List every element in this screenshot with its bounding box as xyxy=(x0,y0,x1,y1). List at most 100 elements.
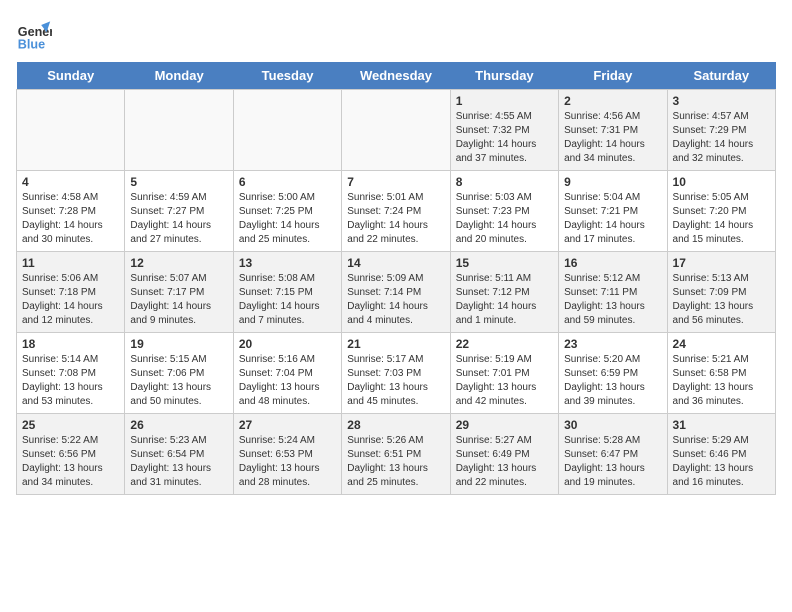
day-number: 5 xyxy=(130,175,227,189)
weekday-header-friday: Friday xyxy=(559,62,667,90)
day-info: Sunrise: 5:20 AM Sunset: 6:59 PM Dayligh… xyxy=(564,353,661,409)
calendar-cell: 16 Sunrise: 5:12 AM Sunset: 7:11 PM Dayli… xyxy=(559,252,667,333)
svg-text:Blue: Blue xyxy=(18,37,45,51)
calendar-cell: 15 Sunrise: 5:11 AM Sunset: 7:12 PM Dayli… xyxy=(450,252,558,333)
day-info: Sunrise: 5:23 AM Sunset: 6:54 PM Dayligh… xyxy=(130,434,227,490)
calendar-cell xyxy=(125,90,233,171)
page-header: General Blue xyxy=(16,16,776,52)
day-number: 18 xyxy=(22,337,119,351)
day-info: Sunrise: 5:17 AM Sunset: 7:03 PM Dayligh… xyxy=(347,353,444,409)
calendar-cell: 29 Sunrise: 5:27 AM Sunset: 6:49 PM Dayli… xyxy=(450,414,558,495)
calendar-week-row: 11Sunrise: 5:06 AM Sunset: 7:18 PM Dayli… xyxy=(17,252,776,333)
day-number: 29 xyxy=(456,418,553,432)
calendar-cell: 1 Sunrise: 4:55 AM Sunset: 7:32 PM Daylig… xyxy=(450,90,558,171)
day-info: Sunrise: 5:22 AM Sunset: 6:56 PM Dayligh… xyxy=(22,434,119,490)
weekday-header-row: SundayMondayTuesdayWednesdayThursdayFrid… xyxy=(17,62,776,90)
day-number: 17 xyxy=(673,256,770,270)
day-info: Sunrise: 5:16 AM Sunset: 7:04 PM Dayligh… xyxy=(239,353,336,409)
calendar-cell xyxy=(342,90,450,171)
day-info: Sunrise: 5:00 AM Sunset: 7:25 PM Dayligh… xyxy=(239,191,336,247)
day-info: Sunrise: 5:05 AM Sunset: 7:20 PM Dayligh… xyxy=(673,191,770,247)
weekday-header-wednesday: Wednesday xyxy=(342,62,450,90)
calendar-week-row: 4Sunrise: 4:58 AM Sunset: 7:28 PM Daylig… xyxy=(17,171,776,252)
day-number: 22 xyxy=(456,337,553,351)
calendar-cell: 11Sunrise: 5:06 AM Sunset: 7:18 PM Dayli… xyxy=(17,252,125,333)
day-number: 30 xyxy=(564,418,661,432)
day-number: 8 xyxy=(456,175,553,189)
day-info: Sunrise: 5:12 AM Sunset: 7:11 PM Dayligh… xyxy=(564,272,661,328)
day-number: 26 xyxy=(130,418,227,432)
day-info: Sunrise: 5:06 AM Sunset: 7:18 PM Dayligh… xyxy=(22,272,119,328)
logo-icon: General Blue xyxy=(16,16,52,52)
day-number: 1 xyxy=(456,94,553,108)
calendar-cell: 25 Sunrise: 5:22 AM Sunset: 6:56 PM Dayli… xyxy=(17,414,125,495)
weekday-header-saturday: Saturday xyxy=(667,62,775,90)
day-number: 10 xyxy=(673,175,770,189)
day-info: Sunrise: 5:24 AM Sunset: 6:53 PM Dayligh… xyxy=(239,434,336,490)
calendar-week-row: 1 Sunrise: 4:55 AM Sunset: 7:32 PM Daylig… xyxy=(17,90,776,171)
calendar-cell: 19 Sunrise: 5:15 AM Sunset: 7:06 PM Dayli… xyxy=(125,333,233,414)
day-info: Sunrise: 5:03 AM Sunset: 7:23 PM Dayligh… xyxy=(456,191,553,247)
calendar-cell: 5 Sunrise: 4:59 AM Sunset: 7:27 PM Daylig… xyxy=(125,171,233,252)
day-number: 31 xyxy=(673,418,770,432)
day-info: Sunrise: 5:14 AM Sunset: 7:08 PM Dayligh… xyxy=(22,353,119,409)
calendar-cell: 3 Sunrise: 4:57 AM Sunset: 7:29 PM Daylig… xyxy=(667,90,775,171)
day-info: Sunrise: 4:56 AM Sunset: 7:31 PM Dayligh… xyxy=(564,110,661,166)
day-info: Sunrise: 5:08 AM Sunset: 7:15 PM Dayligh… xyxy=(239,272,336,328)
calendar-cell: 20 Sunrise: 5:16 AM Sunset: 7:04 PM Dayli… xyxy=(233,333,341,414)
day-info: Sunrise: 5:29 AM Sunset: 6:46 PM Dayligh… xyxy=(673,434,770,490)
calendar-cell: 18 Sunrise: 5:14 AM Sunset: 7:08 PM Dayli… xyxy=(17,333,125,414)
calendar-cell: 2 Sunrise: 4:56 AM Sunset: 7:31 PM Daylig… xyxy=(559,90,667,171)
weekday-header-tuesday: Tuesday xyxy=(233,62,341,90)
calendar-cell: 31 Sunrise: 5:29 AM Sunset: 6:46 PM Dayli… xyxy=(667,414,775,495)
logo: General Blue xyxy=(16,16,56,52)
day-number: 27 xyxy=(239,418,336,432)
day-info: Sunrise: 4:57 AM Sunset: 7:29 PM Dayligh… xyxy=(673,110,770,166)
day-number: 21 xyxy=(347,337,444,351)
calendar-cell: 30Sunrise: 5:28 AM Sunset: 6:47 PM Dayli… xyxy=(559,414,667,495)
calendar-cell: 26 Sunrise: 5:23 AM Sunset: 6:54 PM Dayli… xyxy=(125,414,233,495)
weekday-header-monday: Monday xyxy=(125,62,233,90)
calendar-cell: 7 Sunrise: 5:01 AM Sunset: 7:24 PM Daylig… xyxy=(342,171,450,252)
day-number: 9 xyxy=(564,175,661,189)
day-number: 15 xyxy=(456,256,553,270)
day-number: 20 xyxy=(239,337,336,351)
day-number: 3 xyxy=(673,94,770,108)
day-info: Sunrise: 5:26 AM Sunset: 6:51 PM Dayligh… xyxy=(347,434,444,490)
calendar-cell: 9 Sunrise: 5:04 AM Sunset: 7:21 PM Daylig… xyxy=(559,171,667,252)
day-info: Sunrise: 5:21 AM Sunset: 6:58 PM Dayligh… xyxy=(673,353,770,409)
day-info: Sunrise: 5:04 AM Sunset: 7:21 PM Dayligh… xyxy=(564,191,661,247)
calendar-cell xyxy=(17,90,125,171)
day-info: Sunrise: 5:11 AM Sunset: 7:12 PM Dayligh… xyxy=(456,272,553,328)
day-number: 2 xyxy=(564,94,661,108)
calendar-cell: 17 Sunrise: 5:13 AM Sunset: 7:09 PM Dayli… xyxy=(667,252,775,333)
day-number: 6 xyxy=(239,175,336,189)
calendar-week-row: 25 Sunrise: 5:22 AM Sunset: 6:56 PM Dayli… xyxy=(17,414,776,495)
day-number: 23 xyxy=(564,337,661,351)
day-info: Sunrise: 5:19 AM Sunset: 7:01 PM Dayligh… xyxy=(456,353,553,409)
day-number: 28 xyxy=(347,418,444,432)
calendar-cell: 28 Sunrise: 5:26 AM Sunset: 6:51 PM Dayli… xyxy=(342,414,450,495)
calendar-cell: 10 Sunrise: 5:05 AM Sunset: 7:20 PM Dayli… xyxy=(667,171,775,252)
day-info: Sunrise: 4:59 AM Sunset: 7:27 PM Dayligh… xyxy=(130,191,227,247)
calendar-cell: 21 Sunrise: 5:17 AM Sunset: 7:03 PM Dayli… xyxy=(342,333,450,414)
day-number: 7 xyxy=(347,175,444,189)
day-number: 16 xyxy=(564,256,661,270)
day-info: Sunrise: 4:55 AM Sunset: 7:32 PM Dayligh… xyxy=(456,110,553,166)
day-info: Sunrise: 4:58 AM Sunset: 7:28 PM Dayligh… xyxy=(22,191,119,247)
day-info: Sunrise: 5:01 AM Sunset: 7:24 PM Dayligh… xyxy=(347,191,444,247)
day-info: Sunrise: 5:27 AM Sunset: 6:49 PM Dayligh… xyxy=(456,434,553,490)
day-number: 19 xyxy=(130,337,227,351)
day-info: Sunrise: 5:13 AM Sunset: 7:09 PM Dayligh… xyxy=(673,272,770,328)
weekday-header-thursday: Thursday xyxy=(450,62,558,90)
calendar-table: SundayMondayTuesdayWednesdayThursdayFrid… xyxy=(16,62,776,495)
day-info: Sunrise: 5:07 AM Sunset: 7:17 PM Dayligh… xyxy=(130,272,227,328)
day-info: Sunrise: 5:15 AM Sunset: 7:06 PM Dayligh… xyxy=(130,353,227,409)
calendar-cell: 12Sunrise: 5:07 AM Sunset: 7:17 PM Dayli… xyxy=(125,252,233,333)
calendar-cell: 6 Sunrise: 5:00 AM Sunset: 7:25 PM Daylig… xyxy=(233,171,341,252)
calendar-cell: 13Sunrise: 5:08 AM Sunset: 7:15 PM Dayli… xyxy=(233,252,341,333)
calendar-cell: 4Sunrise: 4:58 AM Sunset: 7:28 PM Daylig… xyxy=(17,171,125,252)
day-number: 25 xyxy=(22,418,119,432)
calendar-week-row: 18 Sunrise: 5:14 AM Sunset: 7:08 PM Dayli… xyxy=(17,333,776,414)
weekday-header-sunday: Sunday xyxy=(17,62,125,90)
